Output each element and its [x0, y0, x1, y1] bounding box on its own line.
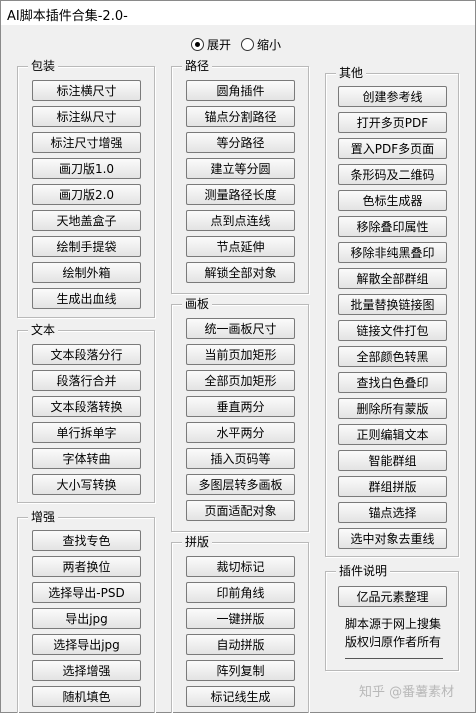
button-imposition-2[interactable]: 印前角线 — [186, 582, 295, 603]
button-other-2[interactable]: 打开多页PDF — [338, 112, 447, 133]
title-bar: AI脚本插件合集-2.0- — [1, 1, 475, 25]
button-path-7[interactable]: 节点延伸 — [186, 236, 295, 257]
button-path-8[interactable]: 解锁全部对象 — [186, 262, 295, 283]
button-packaging-8[interactable]: 绘制外箱 — [32, 262, 141, 283]
group-plugin-info-title: 插件说明 — [336, 563, 391, 579]
button-text-4[interactable]: 单行拆单字 — [32, 422, 141, 443]
button-packaging-7[interactable]: 绘制手提袋 — [32, 236, 141, 257]
radio-shrink[interactable]: 缩小 — [241, 36, 281, 53]
button-other-9[interactable]: 批量替换链接图 — [338, 294, 447, 315]
button-other-18[interactable]: 选中对象去重线 — [338, 528, 447, 549]
button-other-11[interactable]: 全部颜色转黑 — [338, 346, 447, 367]
button-other-6[interactable]: 移除叠印属性 — [338, 216, 447, 237]
button-other-3[interactable]: 置入PDF多页面 — [338, 138, 447, 159]
button-enhance-2[interactable]: 两者换位 — [32, 556, 141, 577]
button-other-8[interactable]: 解散全部群组 — [338, 268, 447, 289]
button-path-2[interactable]: 锚点分割路径 — [186, 106, 295, 127]
button-plugin-info[interactable]: 亿品元素整理 — [338, 586, 447, 607]
button-other-16[interactable]: 群组拼版 — [338, 476, 447, 497]
button-artboard-3[interactable]: 全部页加矩形 — [186, 370, 295, 391]
button-text-1[interactable]: 文本段落分行 — [32, 344, 141, 365]
group-text-title: 文本 — [28, 322, 59, 338]
button-other-10[interactable]: 链接文件打包 — [338, 320, 447, 341]
button-imposition-3[interactable]: 一键拼版 — [186, 608, 295, 629]
button-packaging-3[interactable]: 标注尺寸增强 — [32, 132, 141, 153]
button-artboard-6[interactable]: 插入页码等 — [186, 448, 295, 469]
button-text-6[interactable]: 大小写转换 — [32, 474, 141, 495]
watermark-text: 知乎 @番薯素材 — [359, 685, 455, 700]
button-packaging-4[interactable]: 画刀版1.0 — [32, 158, 141, 179]
button-imposition-6[interactable]: 标记线生成 — [186, 686, 295, 707]
radio-expand-label: 展开 — [207, 37, 232, 52]
button-enhance-7[interactable]: 随机填色 — [32, 686, 141, 707]
button-enhance-5[interactable]: 选择导出jpg — [32, 634, 141, 655]
radio-shrink-circle-icon[interactable] — [241, 37, 255, 51]
button-text-3[interactable]: 文本段落转换 — [32, 396, 141, 417]
button-packaging-2[interactable]: 标注纵尺寸 — [32, 106, 141, 127]
button-artboard-8[interactable]: 页面适配对象 — [186, 500, 295, 521]
group-enhance-title: 增强 — [28, 509, 59, 525]
button-text-2[interactable]: 段落行合并 — [32, 370, 141, 391]
button-artboard-2[interactable]: 当前页加矩形 — [186, 344, 295, 365]
button-imposition-4[interactable]: 自动拼版 — [186, 634, 295, 655]
group-imposition-title: 拼版 — [182, 534, 213, 550]
view-mode-selector: 展开 缩小 — [191, 35, 291, 53]
plugin-window: AI脚本插件合集-2.0- 展开 缩小 包装 文本 增强 路径 画板 拼版 其他… — [0, 0, 476, 713]
group-artboard-title: 画板 — [182, 296, 213, 312]
button-enhance-1[interactable]: 查找专色 — [32, 530, 141, 551]
button-packaging-6[interactable]: 天地盖盒子 — [32, 210, 141, 231]
info-divider — [345, 658, 443, 659]
button-artboard-5[interactable]: 水平两分 — [186, 422, 295, 443]
button-path-1[interactable]: 圆角插件 — [186, 80, 295, 101]
button-other-14[interactable]: 正则编辑文本 — [338, 424, 447, 445]
group-packaging-title: 包装 — [28, 58, 59, 74]
button-other-15[interactable]: 智能群组 — [338, 450, 447, 471]
button-packaging-9[interactable]: 生成出血线 — [32, 288, 141, 309]
button-artboard-7[interactable]: 多图层转多画板 — [186, 474, 295, 495]
radio-expand-circle-icon[interactable] — [191, 37, 204, 51]
button-enhance-6[interactable]: 选择增强 — [32, 660, 141, 681]
button-path-6[interactable]: 点到点连线 — [186, 210, 295, 231]
button-path-5[interactable]: 测量路径长度 — [186, 184, 295, 205]
button-enhance-3[interactable]: 选择导出-PSD — [32, 582, 141, 603]
button-artboard-1[interactable]: 统一画板尺寸 — [186, 318, 295, 339]
info-line-1: 脚本源于网上搜集 — [345, 617, 442, 631]
button-other-13[interactable]: 删除所有蒙版 — [338, 398, 447, 419]
button-path-3[interactable]: 等分路径 — [186, 132, 295, 153]
info-line-2: 版权归原作者所有 — [345, 635, 442, 649]
group-path-title: 路径 — [182, 58, 213, 74]
button-packaging-5[interactable]: 画刀版2.0 — [32, 184, 141, 205]
button-text-5[interactable]: 字体转曲 — [32, 448, 141, 469]
button-path-4[interactable]: 建立等分圆 — [186, 158, 295, 179]
radio-shrink-label: 缩小 — [257, 37, 282, 52]
radio-expand[interactable]: 展开 — [191, 36, 231, 53]
button-imposition-5[interactable]: 阵列复制 — [186, 660, 295, 681]
window-title: AI脚本插件合集-2.0- — [7, 9, 128, 24]
button-artboard-4[interactable]: 垂直两分 — [186, 396, 295, 417]
button-other-5[interactable]: 色标生成器 — [338, 190, 447, 211]
button-other-1[interactable]: 创建参考线 — [338, 86, 447, 107]
button-other-4[interactable]: 条形码及二维码 — [338, 164, 447, 185]
group-other-title: 其他 — [336, 65, 367, 81]
button-other-7[interactable]: 移除非纯黑叠印 — [338, 242, 447, 263]
button-imposition-1[interactable]: 裁切标记 — [186, 556, 295, 577]
button-packaging-1[interactable]: 标注横尺寸 — [32, 80, 141, 101]
button-enhance-4[interactable]: 导出jpg — [32, 608, 141, 629]
button-other-12[interactable]: 查找白色叠印 — [338, 372, 447, 393]
button-other-17[interactable]: 锚点选择 — [338, 502, 447, 523]
